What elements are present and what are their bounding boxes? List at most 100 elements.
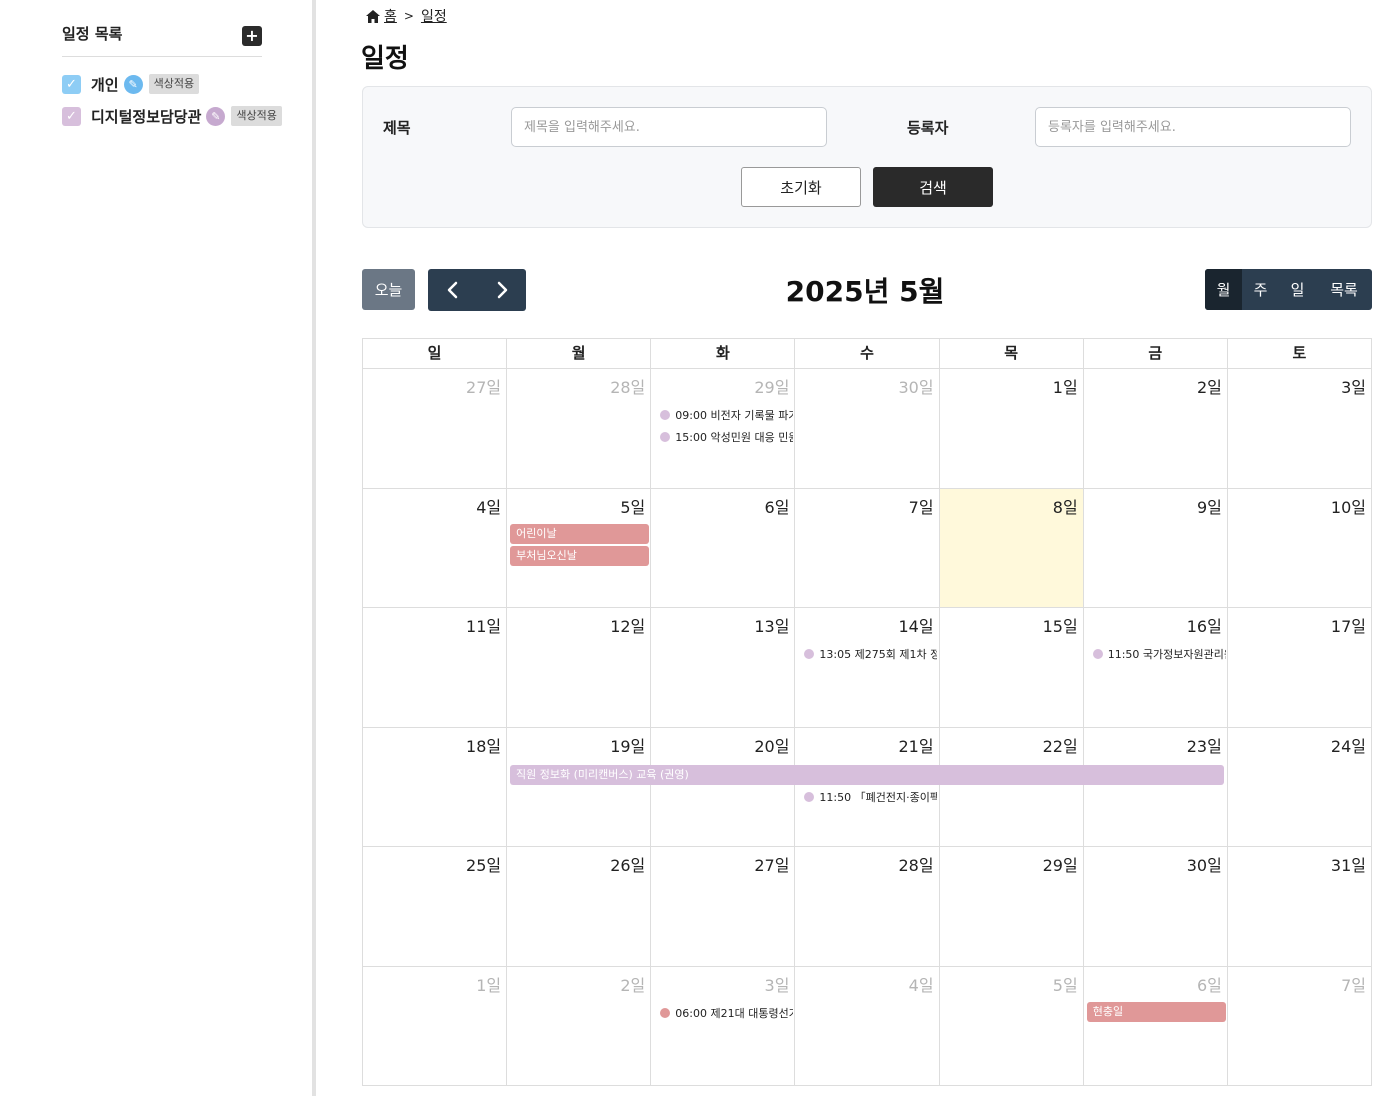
plus-icon[interactable]: + <box>242 26 262 46</box>
day-number[interactable]: 31일 <box>1331 852 1366 876</box>
day-cell[interactable]: 21일 11:50 「폐건전지·종이팩 수 <box>795 727 940 847</box>
day-cell[interactable]: 27일 <box>363 369 508 489</box>
holiday-event[interactable]: 어린이날 <box>510 523 650 544</box>
day-cell[interactable]: 23일 <box>1083 727 1228 847</box>
event-item[interactable]: 09:00 비전자 기록물 파기 <box>660 407 793 423</box>
search-button[interactable]: 검색 <box>873 167 993 207</box>
today-button[interactable]: 오늘 <box>362 269 415 310</box>
day-number[interactable]: 27일 <box>466 374 501 398</box>
day-cell[interactable]: 3일 <box>1227 369 1372 489</box>
day-number[interactable]: 15일 <box>1043 613 1078 637</box>
day-cell[interactable]: 6일 <box>651 488 796 608</box>
day-cell[interactable]: 28일 <box>507 369 652 489</box>
day-number[interactable]: 10일 <box>1331 494 1366 518</box>
day-number[interactable]: 16일 <box>1187 613 1222 637</box>
day-number[interactable]: 5일 <box>1053 972 1078 996</box>
day-number[interactable]: 3일 <box>1341 374 1366 398</box>
day-cell[interactable]: 7일 <box>795 488 940 608</box>
day-number[interactable]: 2일 <box>620 972 645 996</box>
day-number[interactable]: 11일 <box>466 613 501 637</box>
day-number[interactable]: 7일 <box>909 494 934 518</box>
day-number[interactable]: 2일 <box>1197 374 1222 398</box>
prev-month-button[interactable] <box>428 269 477 311</box>
day-number[interactable]: 3일 <box>765 972 790 996</box>
event-item[interactable]: 11:50 국가정보자원관리원 <box>1092 646 1226 662</box>
day-number[interactable]: 13일 <box>754 613 789 637</box>
day-cell[interactable]: 16일 11:50 국가정보자원관리원 <box>1083 608 1228 728</box>
day-number[interactable]: 29일 <box>754 374 789 398</box>
pencil-icon[interactable]: ✎ <box>123 74 143 94</box>
day-cell[interactable]: 30일 <box>1083 847 1228 967</box>
day-cell[interactable]: 1일 <box>939 369 1084 489</box>
day-cell[interactable]: 9일 <box>1083 488 1228 608</box>
sidebar-item-personal[interactable]: ✓ 개인 ✎ 색상적용 <box>62 72 200 96</box>
day-number[interactable]: 4일 <box>476 494 501 518</box>
today-cell[interactable]: 8일 <box>939 488 1084 608</box>
day-cell[interactable]: 24일 <box>1227 727 1372 847</box>
day-cell[interactable]: 17일 <box>1227 608 1372 728</box>
day-cell[interactable]: 27일 <box>651 847 796 967</box>
check-icon[interactable]: ✓ <box>62 106 81 126</box>
day-cell[interactable]: 25일 <box>363 847 508 967</box>
day-cell[interactable]: 6일 현충일 <box>1083 966 1228 1086</box>
day-cell[interactable]: 31일 <box>1227 847 1372 967</box>
day-cell[interactable]: 1일 <box>363 966 508 1086</box>
day-number[interactable]: 29일 <box>1043 852 1078 876</box>
day-cell[interactable]: 26일 <box>507 847 652 967</box>
check-icon[interactable]: ✓ <box>62 74 81 94</box>
event-item[interactable]: 11:50 「폐건전지·종이팩 수 <box>804 789 937 805</box>
day-number[interactable]: 5일 <box>620 494 645 518</box>
day-number[interactable]: 28일 <box>610 374 645 398</box>
day-number[interactable]: 12일 <box>610 613 645 637</box>
day-cell[interactable]: 13일 <box>651 608 796 728</box>
holiday-event[interactable]: 부처님오신날 <box>510 545 650 566</box>
day-number[interactable]: 24일 <box>1331 733 1366 757</box>
day-number[interactable]: 28일 <box>898 852 933 876</box>
day-number[interactable]: 26일 <box>610 852 645 876</box>
day-cell[interactable]: 5일 어린이날 부처님오신날 <box>507 488 652 608</box>
day-cell[interactable]: 29일 09:00 비전자 기록물 파기 15:00 악성민원 대응 민원 <box>651 369 796 489</box>
day-number[interactable]: 4일 <box>909 972 934 996</box>
day-number[interactable]: 17일 <box>1331 613 1366 637</box>
day-number[interactable]: 20일 <box>754 733 789 757</box>
view-day-button[interactable]: 일 <box>1279 269 1316 310</box>
day-cell[interactable]: 28일 <box>795 847 940 967</box>
day-cell[interactable]: 5일 <box>939 966 1084 1086</box>
day-number[interactable]: 30일 <box>1187 852 1222 876</box>
day-cell[interactable]: 20일 <box>651 727 796 847</box>
sidebar-divider[interactable] <box>312 0 316 1096</box>
day-number[interactable]: 18일 <box>466 733 501 757</box>
day-number[interactable]: 1일 <box>476 972 501 996</box>
day-number[interactable]: 19일 <box>610 733 645 757</box>
day-cell[interactable]: 11일 <box>363 608 508 728</box>
day-number[interactable]: 6일 <box>765 494 790 518</box>
day-number[interactable]: 7일 <box>1341 972 1366 996</box>
day-cell[interactable]: 7일 <box>1227 966 1372 1086</box>
day-cell[interactable]: 2일 <box>1083 369 1228 489</box>
multiday-event[interactable]: 직원 정보화 (미리캔버스) 교육 (권영) <box>510 764 1224 785</box>
day-number[interactable]: 23일 <box>1187 733 1222 757</box>
view-list-button[interactable]: 목록 <box>1316 269 1372 310</box>
view-week-button[interactable]: 주 <box>1242 269 1279 310</box>
day-number[interactable]: 8일 <box>1053 494 1078 518</box>
day-cell[interactable]: 10일 <box>1227 488 1372 608</box>
day-number[interactable]: 6일 <box>1197 972 1222 996</box>
pencil-icon[interactable]: ✎ <box>206 106 226 126</box>
day-number[interactable]: 9일 <box>1197 494 1222 518</box>
day-cell[interactable]: 18일 <box>363 727 508 847</box>
day-number[interactable]: 30일 <box>898 374 933 398</box>
day-cell[interactable]: 14일 13:05 제275회 제1차 정 <box>795 608 940 728</box>
day-cell[interactable]: 22일 <box>939 727 1084 847</box>
color-apply-button[interactable]: 색상적용 <box>231 106 282 126</box>
title-search-input[interactable] <box>511 107 827 147</box>
view-month-button[interactable]: 월 <box>1205 269 1242 310</box>
day-number[interactable]: 22일 <box>1043 733 1078 757</box>
next-month-button[interactable] <box>477 269 526 311</box>
day-cell[interactable]: 29일 <box>939 847 1084 967</box>
event-item[interactable]: 06:00 제21대 대통령선거 <box>660 1005 793 1021</box>
breadcrumb-current-link[interactable]: 일정 <box>421 6 447 26</box>
day-number[interactable]: 1일 <box>1053 374 1078 398</box>
reset-button[interactable]: 초기화 <box>741 167 861 207</box>
day-number[interactable]: 25일 <box>466 852 501 876</box>
color-apply-button[interactable]: 색상적용 <box>148 74 200 94</box>
